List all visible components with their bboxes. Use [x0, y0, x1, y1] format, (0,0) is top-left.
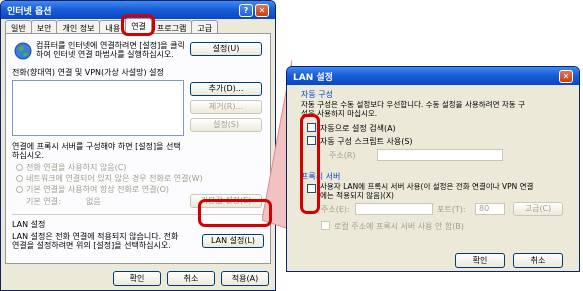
- ok-button[interactable]: 확인: [113, 271, 161, 286]
- lan-text-1: LAN 설정은 전화 연결에 적용되지 않습니다. 전화: [12, 232, 179, 241]
- script-address-input[interactable]: [377, 149, 503, 161]
- title-bar: LAN 설정 ✕: [287, 67, 579, 85]
- default-connection-label: 기본 연결:: [26, 197, 61, 206]
- connections-panel: 컴퓨터를 인터넷에 연결하려면 [설정]을 클릭 하여 인터넷 연결 마법사를 …: [5, 33, 271, 264]
- radio-never-dial[interactable]: [16, 164, 23, 171]
- radio-dial-when-no-network-label: 네트워크에 연결되어 있지 않은 경우 전화로 연결(W): [26, 174, 203, 183]
- default-connection-value: 없음: [86, 197, 101, 206]
- window-title: LAN 설정: [293, 72, 333, 83]
- proxy-address-label: 주소(E):: [321, 205, 350, 214]
- internet-options-dialog: 인터넷 옵션 ? ✕ 일반 보안 개인 정보 내용 연결 프로그램 고급 컴퓨터…: [0, 0, 276, 291]
- dialup-section-title: 전화(향대역) 연결 및 VPN(가상 사설망) 설정: [12, 68, 164, 77]
- bypass-local-label: 로컬 주소에 프록시 서버 사용 안 함(B): [334, 222, 465, 231]
- advanced-button[interactable]: 고급(C): [513, 202, 563, 216]
- lan-button-highlight: [198, 199, 272, 227]
- close-icon[interactable]: ✕: [559, 69, 573, 83]
- radio-never-dial-label: 전화 연결을 사용하지 않음(C): [26, 163, 127, 172]
- lan-section-title: LAN 설정: [12, 220, 46, 229]
- setup-text-2: 하여 인터넷 연결 마법사를 실행하십시오.: [36, 50, 174, 59]
- setup-text-1: 컴퓨터를 인터넷에 연결하려면 [설정]을 클릭: [36, 41, 185, 50]
- globe-icon: [14, 42, 32, 60]
- port-label: 포트(T):: [437, 205, 466, 214]
- lan-settings-button[interactable]: LAN 설정(L): [202, 234, 264, 248]
- auto-detect-label: 자동으로 설정 검색(A): [320, 124, 396, 133]
- auto-config-text-1: 자동 구성은 수동 설정보다 우선합니다. 수동 설정을 사용하려면 자동 구: [301, 100, 525, 109]
- auto-script-label: 자동 구성 스크립트 사용(S): [320, 137, 413, 146]
- close-icon[interactable]: ✕: [255, 3, 269, 17]
- ok-button[interactable]: 확인: [455, 253, 505, 268]
- lan-settings-dialog: LAN 설정 ✕ 자동 구성 자동 구성은 수동 설정보다 우선합니다. 수동 …: [286, 66, 580, 272]
- proxy-text-2: 하십시오.: [12, 151, 44, 160]
- proxy-address-input[interactable]: [355, 203, 433, 215]
- add-button[interactable]: 추가(D)...: [190, 82, 262, 96]
- lan-text-2: 연결을 설정하려면 위의 [설정]을 선택하십시오.: [12, 241, 171, 250]
- cancel-button[interactable]: 취소: [513, 253, 563, 268]
- dialup-connection-list[interactable]: [12, 80, 184, 136]
- window-title: 인터넷 옵션: [7, 6, 52, 17]
- apply-button[interactable]: 적용(A): [221, 271, 269, 286]
- port-input[interactable]: 80: [475, 203, 505, 215]
- help-icon[interactable]: ?: [239, 3, 253, 17]
- settings-button[interactable]: 설정(S): [190, 118, 262, 132]
- radio-always-dial[interactable]: [16, 186, 23, 193]
- checkbox-highlight: [300, 114, 320, 214]
- proxy-text-1: 연결에 프록시 서버를 구성해야 하면 [설정]을 선택: [12, 142, 181, 151]
- cancel-button[interactable]: 취소: [167, 271, 215, 286]
- address-label: 주소(R): [329, 151, 356, 160]
- radio-dial-when-no-network[interactable]: [16, 175, 23, 182]
- remove-button[interactable]: 제거(R)...: [190, 100, 262, 114]
- radio-always-dial-label: 기본 연결을 사용하여 항상 전화로 연결(O): [26, 185, 170, 194]
- auto-config-group-title: 자동 구성: [301, 90, 333, 99]
- use-proxy-label-2: 에는 적용되지 않음)(X): [320, 191, 394, 200]
- use-proxy-label-1: 사용자 LAN에 프록시 서버 사용(이 설정은 전화 연결이나 VPN 연결: [320, 182, 534, 191]
- connections-tab-highlight: [121, 14, 155, 36]
- bypass-local-checkbox[interactable]: [321, 221, 330, 230]
- setup-button[interactable]: 설정(U): [190, 42, 262, 56]
